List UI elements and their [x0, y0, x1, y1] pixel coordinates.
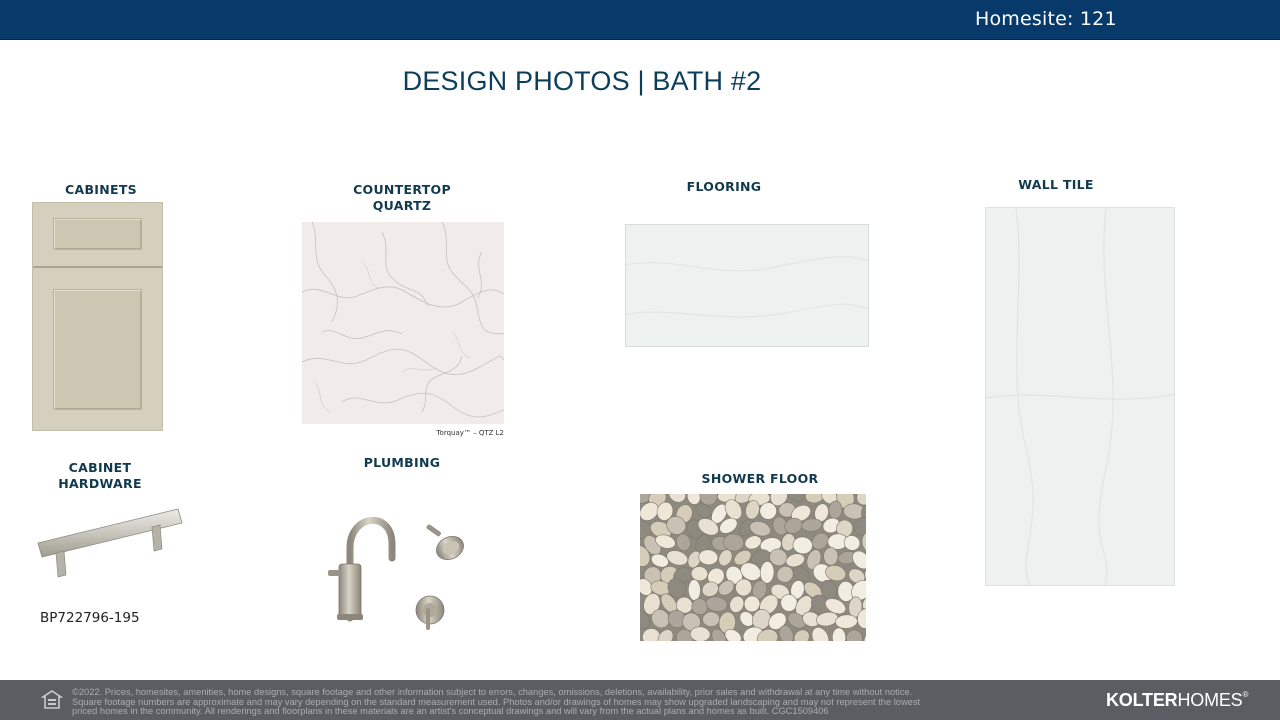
pebble [690, 566, 709, 582]
pebble [835, 614, 858, 629]
countertop-caption: Torquay™ – QTZ L2 [436, 429, 504, 437]
plumbing-label: PLUMBING [363, 455, 441, 470]
wall-tile-texture [986, 208, 1174, 585]
logo-light-text: HOMES [1177, 690, 1243, 710]
shower-valve-icon [415, 595, 445, 630]
cabinet-hardware-label-line1: CABINET [68, 460, 132, 475]
pebble [792, 536, 813, 555]
cabinet-hardware-label: CABINET HARDWARE [30, 460, 170, 492]
hardware-sku: BP722796-195 [40, 610, 140, 626]
shower-floor-label: SHOWER FLOOR [701, 471, 819, 486]
shower-floor-pebble-image [640, 494, 866, 641]
page-title: DESIGN PHOTOS | BATH #2 [402, 66, 762, 96]
homesite-label: Homesite: 121 [975, 8, 1117, 30]
wall-tile-label: WALL TILE [1018, 177, 1094, 192]
legal-disclaimer: ©2022. Prices, homesites, amenities, hom… [72, 687, 1097, 717]
cabinet-drawer-panel [53, 218, 142, 250]
cabinet-door-panel [53, 289, 142, 410]
kolter-homes-logo: KOLTERHOMES® [1106, 690, 1248, 711]
pebble [823, 547, 839, 566]
flooring-texture [626, 225, 868, 346]
equal-housing-icon [41, 690, 63, 709]
shower-head-icon [426, 524, 464, 560]
logo-bold-text: KOLTER [1106, 690, 1178, 710]
cabinet-hardware-label-line2: HARDWARE [58, 476, 142, 491]
faucet-icon [328, 516, 396, 622]
header-bar: Homesite: 121 [0, 0, 1280, 40]
cabinet-divider [33, 266, 162, 268]
pebble [845, 629, 863, 641]
pebble [811, 627, 830, 641]
flooring-tile-image [625, 224, 869, 347]
countertop-quartz-image [302, 222, 504, 424]
pebble [831, 627, 847, 641]
plumbing-fixtures-image [328, 516, 464, 630]
pebble-mosaic [640, 494, 866, 641]
logo-registered-mark: ® [1242, 690, 1249, 699]
legal-line-3: priced homes in the community. All rende… [72, 706, 829, 716]
countertop-label-line1: COUNTERTOP [353, 182, 451, 197]
flooring-label: FLOORING [686, 179, 762, 194]
pebble [705, 596, 728, 612]
pebble [702, 611, 720, 627]
cabinet-pull-image [37, 508, 183, 578]
cabinets-label: CABINETS [65, 182, 137, 197]
countertop-label: COUNTERTOP QUARTZ [322, 182, 482, 214]
wall-tile-image [985, 207, 1175, 586]
pebble [666, 550, 689, 566]
pebble [793, 629, 810, 641]
quartz-veining [302, 222, 504, 424]
cabinet-door-image [32, 202, 163, 431]
pebble [687, 579, 701, 601]
countertop-label-line2: QUARTZ [372, 198, 432, 213]
pebble [676, 533, 691, 552]
